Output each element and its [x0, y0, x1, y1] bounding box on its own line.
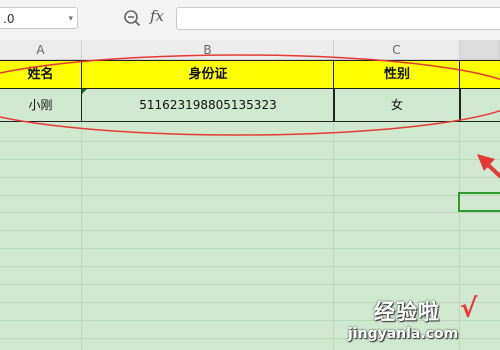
selected-cell[interactable]	[458, 192, 500, 212]
watermark-title: 经验啦	[374, 300, 440, 324]
watermark: 经验啦 √ jingyanla.com	[348, 294, 500, 350]
watermark-domain: jingyanla.com	[348, 326, 459, 342]
check-icon: √	[460, 294, 478, 324]
